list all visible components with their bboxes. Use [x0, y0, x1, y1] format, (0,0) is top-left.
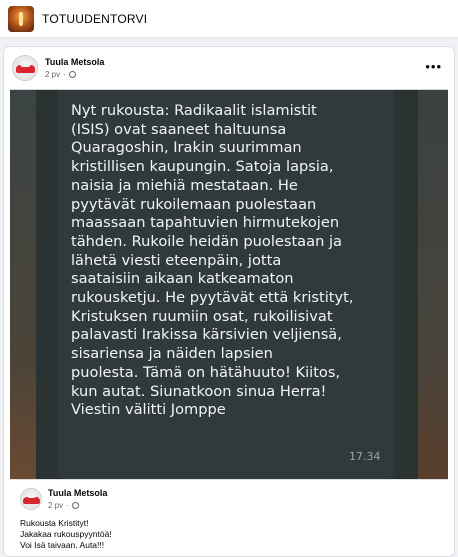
image-background-left [10, 90, 36, 479]
post-card: Tuula Metsola 2 pv · ••• Nyt rukousta: R… [3, 46, 455, 557]
shared-meta-separator: · [66, 501, 69, 510]
meta-separator: · [63, 70, 66, 79]
shared-post-caption: Rukousta Kristityt! Jakakaa rukouspyyntö… [20, 518, 112, 551]
shared-post-time[interactable]: 2 pv [48, 501, 63, 510]
shared-post: Tuula Metsola 2 pv · Rukousta Kristityt!… [10, 479, 448, 557]
group-name[interactable]: TOTUUDENTORVI [42, 12, 147, 26]
shared-post-meta: 2 pv · [48, 501, 79, 510]
author-avatar[interactable] [12, 55, 38, 81]
chat-message-text: Nyt rukousta: Radikaalit islamistit (ISI… [71, 102, 354, 419]
caption-line: Voi Isä taivaan. Auta!!! [20, 540, 105, 550]
post-time[interactable]: 2 pv [45, 70, 60, 79]
author-name[interactable]: Tuula Metsola [45, 57, 104, 67]
group-cover-icon[interactable] [8, 5, 34, 32]
caption-line: Rukousta Kristityt! [20, 518, 89, 528]
chat-message-time: 17.34 [349, 450, 381, 463]
shared-author-name[interactable]: Tuula Metsola [48, 488, 107, 498]
post-meta: 2 pv · [45, 70, 76, 79]
post-header: Tuula Metsola 2 pv · ••• [12, 55, 448, 87]
more-options-icon[interactable]: ••• [425, 59, 442, 74]
globe-icon [71, 502, 79, 509]
shared-author-avatar[interactable] [20, 488, 42, 510]
group-header: TOTUUDENTORVI [0, 0, 458, 38]
image-background-right [418, 90, 448, 479]
globe-icon [68, 71, 76, 78]
caption-line: Jakakaa rukouspyyntöä! [20, 529, 112, 539]
post-image[interactable]: Nyt rukousta: Radikaalit islamistit (ISI… [10, 89, 448, 479]
